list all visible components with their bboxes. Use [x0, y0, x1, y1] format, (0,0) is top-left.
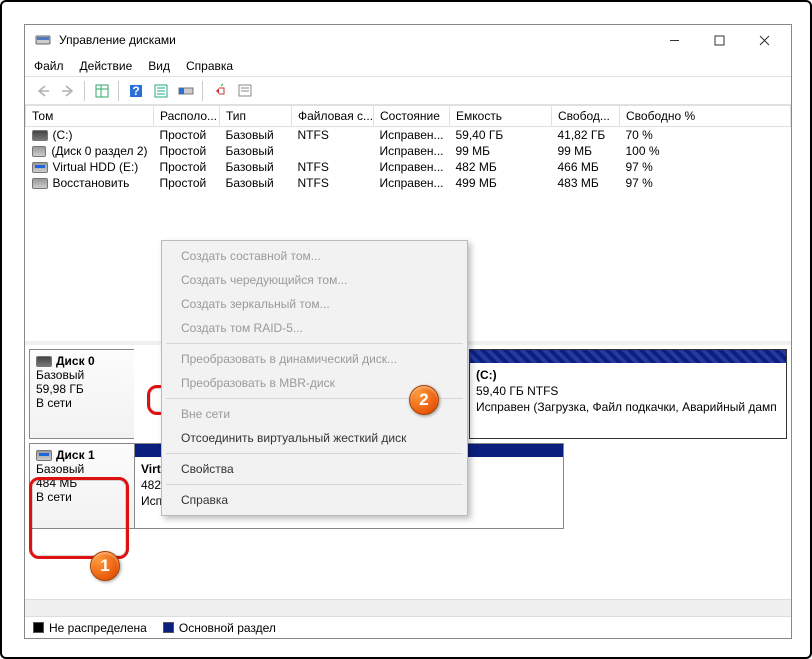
help-button[interactable]: ? — [124, 79, 147, 102]
ctx-mirror: Создать зеркальный том... — [165, 292, 464, 316]
drive-icon — [32, 162, 48, 173]
col-volume[interactable]: Том — [26, 106, 154, 127]
legend-swatch-unalloc — [33, 622, 44, 633]
back-button — [31, 79, 54, 102]
volume-row[interactable]: (C:) ПростойБазовыйNTFS Исправен...59,40… — [26, 127, 791, 144]
ctx-properties[interactable]: Свойства — [165, 457, 464, 481]
ctx-help[interactable]: Справка — [165, 488, 464, 512]
window-title: Управление дисками — [57, 33, 652, 47]
refresh-button[interactable] — [208, 79, 231, 102]
drive-icon — [32, 146, 47, 157]
menu-action[interactable]: Действие — [79, 57, 134, 75]
menu-file[interactable]: Файл — [33, 57, 65, 75]
legend-bar: Не распределена Основной раздел — [25, 616, 791, 638]
legend-label-unalloc: Не распределена — [49, 621, 147, 635]
menu-help[interactable]: Справка — [185, 57, 234, 75]
legend-label-primary: Основной раздел — [179, 621, 276, 635]
col-fs[interactable]: Файловая с... — [292, 106, 374, 127]
drive-icon — [32, 130, 48, 141]
svg-text:?: ? — [132, 84, 139, 98]
menu-view[interactable]: Вид — [147, 57, 171, 75]
drive-icon — [32, 178, 48, 189]
volume-table[interactable]: Том Располо... Тип Файловая с... Состоян… — [25, 105, 791, 191]
ctx-dynamic: Преобразовать в динамический диск... — [165, 347, 464, 371]
horizontal-scrollbar[interactable] — [25, 599, 791, 616]
disk-0-part-c[interactable]: (C:)59,40 ГБ NTFSИсправен (Загрузка, Фай… — [469, 349, 787, 439]
disk-0-header[interactable]: Диск 0 Базовый 59,98 ГБ В сети — [29, 349, 134, 439]
list-button[interactable] — [149, 79, 172, 102]
forward-button — [56, 79, 79, 102]
col-cap[interactable]: Емкость — [450, 106, 552, 127]
badge-2: 2 — [409, 385, 439, 415]
volume-row[interactable]: Восстановить ПростойБазовыйNTFS Исправен… — [26, 175, 791, 191]
volume-row[interactable]: (Диск 0 раздел 2) ПростойБазовый Исправе… — [26, 143, 791, 159]
col-type[interactable]: Тип — [220, 106, 292, 127]
ctx-striped: Создать чередующийся том... — [165, 268, 464, 292]
legend-swatch-primary — [163, 622, 174, 633]
context-menu[interactable]: Создать составной том... Создать чередую… — [161, 240, 468, 516]
close-button[interactable] — [742, 26, 787, 54]
graphical-button[interactable] — [174, 79, 197, 102]
ctx-spanned: Создать составной том... — [165, 244, 464, 268]
menu-bar: Файл Действие Вид Справка — [25, 55, 791, 76]
columns-button[interactable] — [90, 79, 113, 102]
maximize-button[interactable] — [697, 26, 742, 54]
toolbar: ? — [25, 76, 791, 105]
disk-icon — [36, 356, 52, 367]
app-icon — [35, 32, 51, 48]
col-status[interactable]: Состояние — [374, 106, 450, 127]
col-layout[interactable]: Располо... — [154, 106, 220, 127]
col-freepct[interactable]: Свободно % — [620, 106, 791, 127]
properties-button[interactable] — [233, 79, 256, 102]
ctx-raid5: Создать том RAID-5... — [165, 316, 464, 340]
disk-icon — [36, 450, 52, 461]
badge-1: 1 — [90, 551, 120, 581]
col-free[interactable]: Свобод... — [552, 106, 620, 127]
disk-1-header[interactable]: Диск 1 Базовый 484 МБ В сети — [29, 443, 134, 529]
title-bar: Управление дисками — [25, 25, 791, 55]
minimize-button[interactable] — [652, 26, 697, 54]
ctx-detach-vhd[interactable]: Отсоединить виртуальный жесткий диск — [165, 426, 464, 450]
volume-row[interactable]: Virtual HDD (E:) ПростойБазовыйNTFS Испр… — [26, 159, 791, 175]
